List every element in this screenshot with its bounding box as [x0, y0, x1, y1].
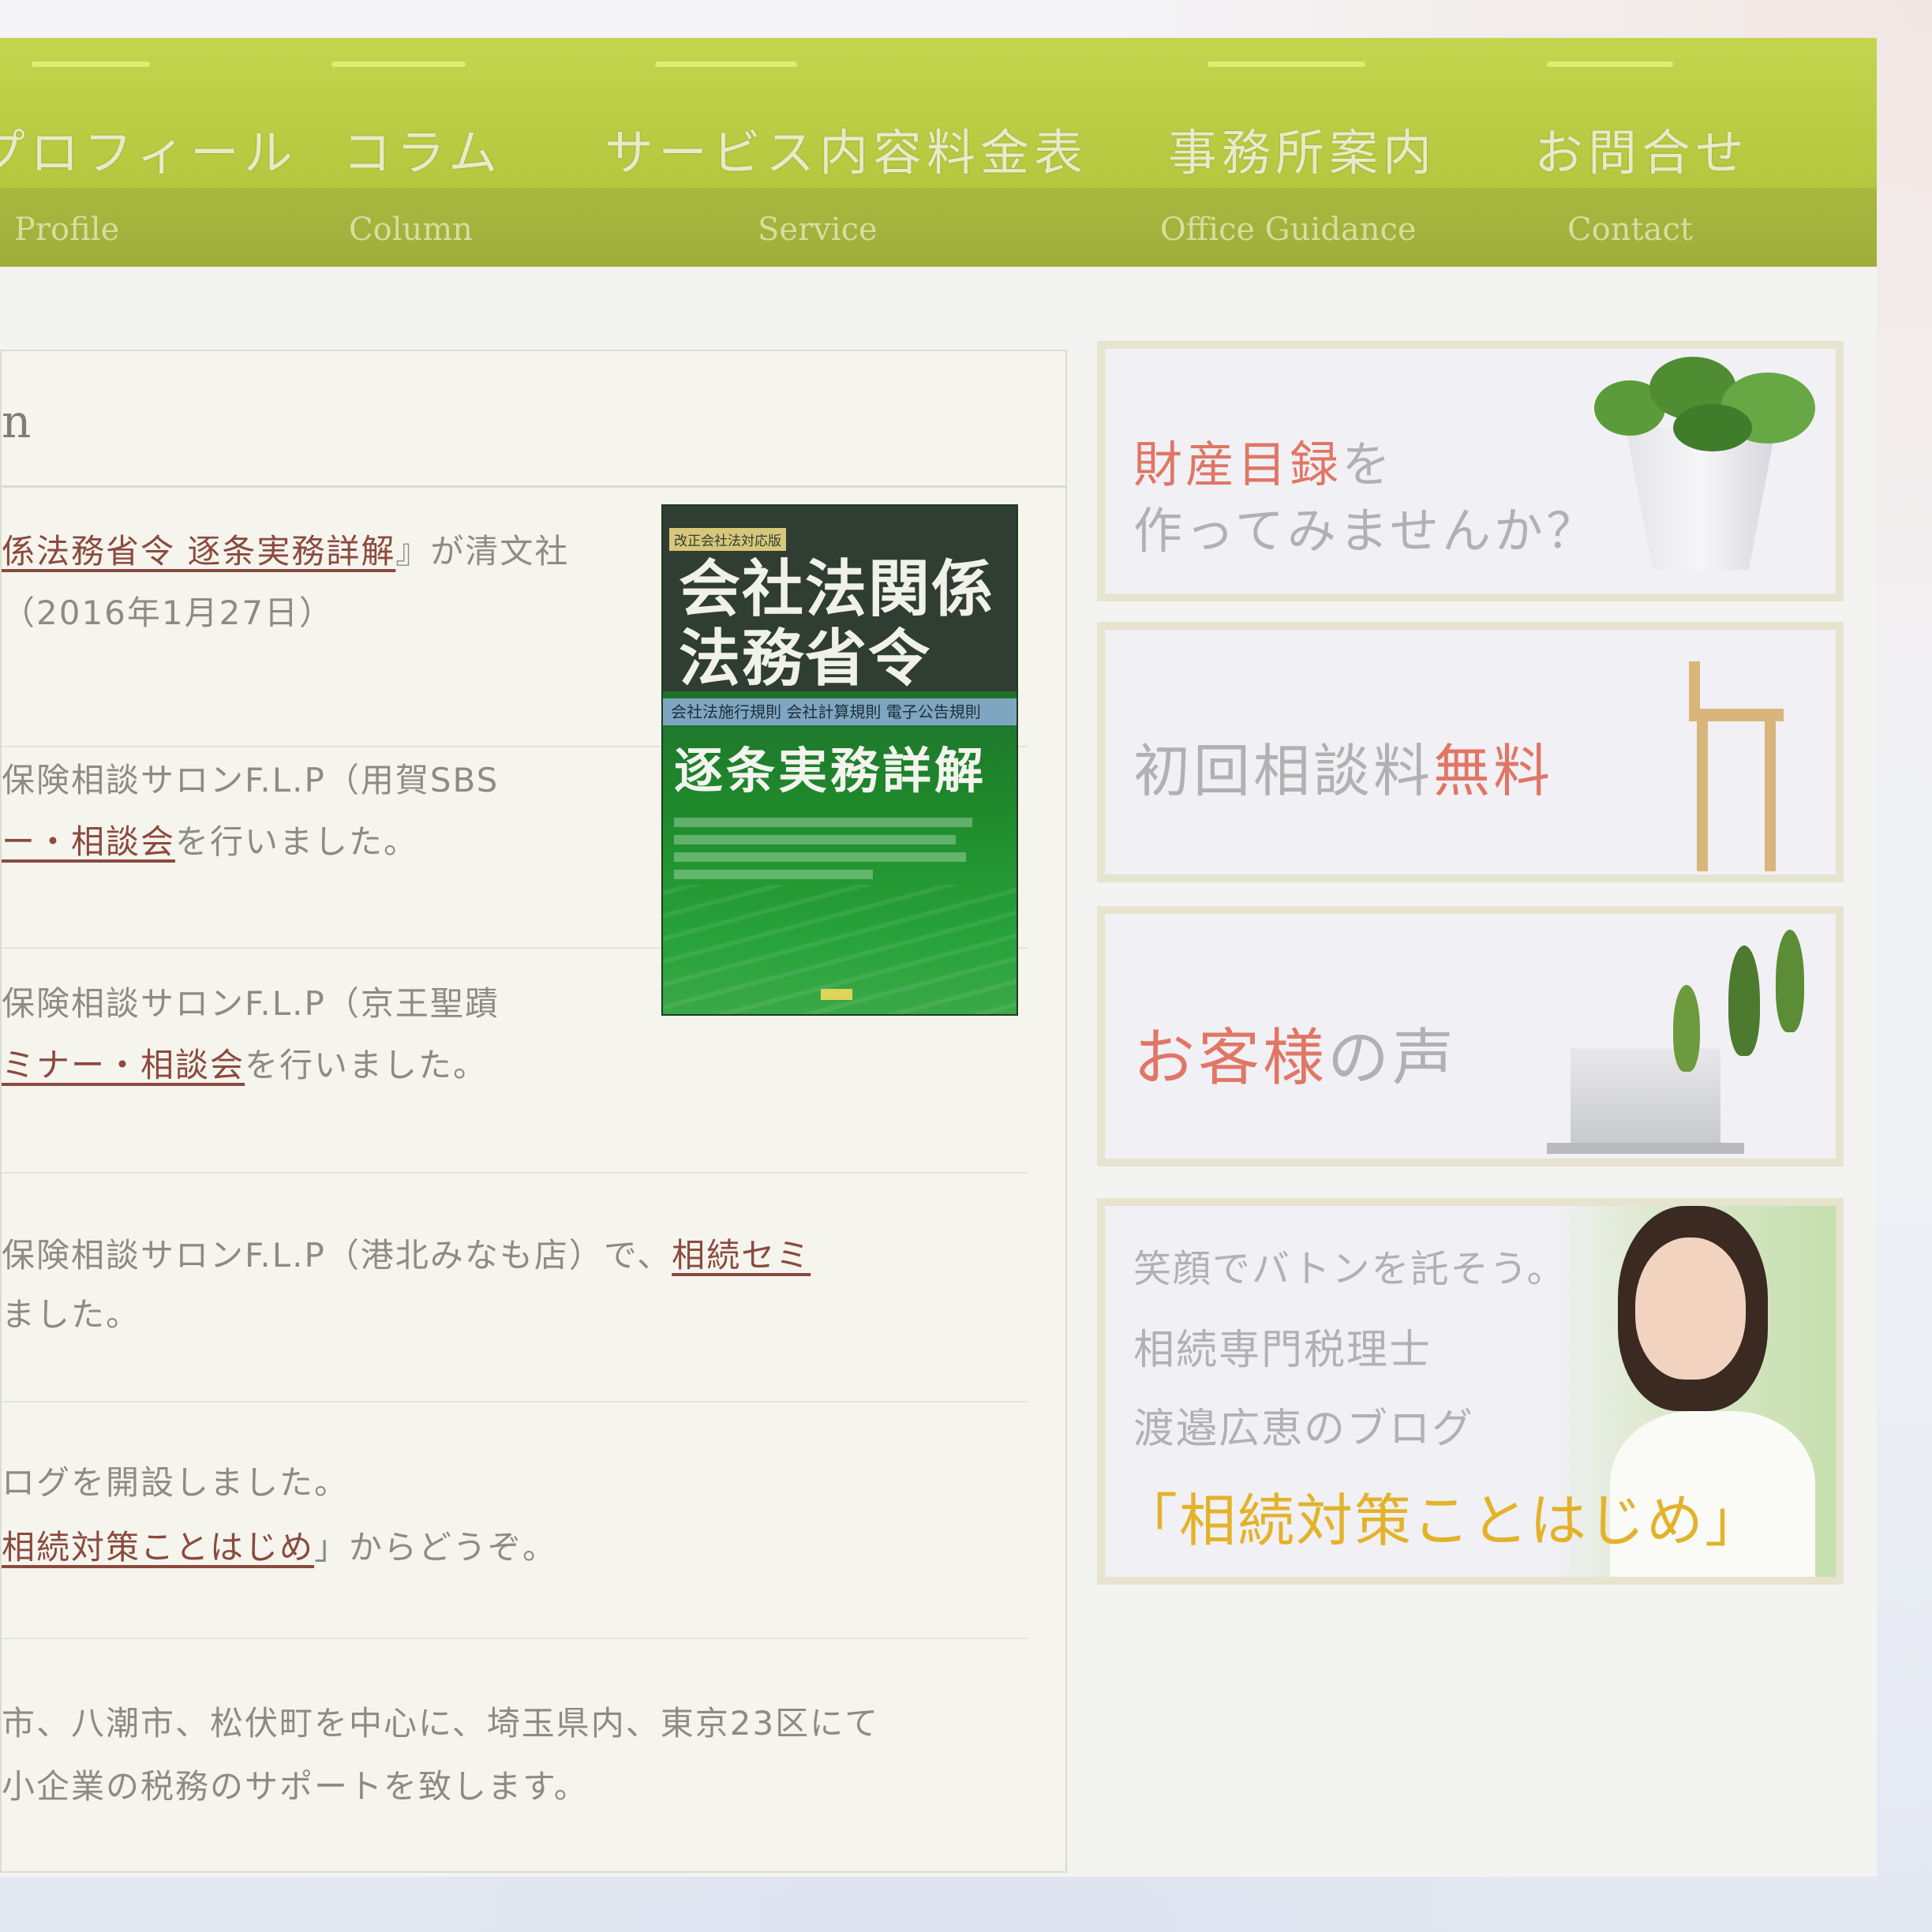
- title-divider: [2, 485, 1067, 488]
- news-text: 市、八潮市、松伏町を中心に、埼玉県内、東京23区にて: [2, 1704, 880, 1743]
- nav-item-profile[interactable]: プロフィール Profile: [0, 38, 300, 267]
- nav-label-jp: お問合せ: [1534, 124, 1750, 182]
- book-tag: 改正会社法対応版: [669, 528, 786, 551]
- seminar-link[interactable]: ー・相談会: [2, 822, 175, 861]
- banner-free-consultation[interactable]: 初回相談料無料: [1097, 622, 1844, 882]
- news-text: 小企業の税務のサポートを致します。: [2, 1767, 589, 1806]
- news-line: 保険相談サロンF.L.P（港北みなも店）で、相続セミ: [2, 1229, 811, 1277]
- blog-link[interactable]: 相続対策ことはじめ: [2, 1528, 314, 1567]
- seminar-link[interactable]: ミナー・相談会: [2, 1046, 245, 1084]
- news-line: 相続対策ことはじめ」からどうぞ。: [2, 1521, 557, 1569]
- banner-line: 財産目録を: [1133, 425, 1394, 496]
- stool-image: [1689, 709, 1784, 721]
- news-text: 」からどうぞ。: [314, 1528, 558, 1567]
- news-text: を行いました。: [245, 1046, 489, 1084]
- banner-accent: 無料: [1433, 738, 1554, 804]
- banner-text: 作ってみませんか？: [1133, 502, 1599, 560]
- banner-text: を: [1342, 436, 1395, 493]
- book-strip-text: 会社法施行規則 会社計算規則 電子公告規則: [671, 702, 981, 721]
- book-subtitle: 逐条実務詳解: [674, 742, 987, 799]
- stool-leg: [1697, 721, 1708, 871]
- banner-tagline: 笑顔でバトンを託そう。: [1133, 1247, 1567, 1291]
- nav-label-en: Column: [349, 212, 473, 248]
- nav-item-service[interactable]: サービス内容料金表 Service: [592, 38, 1089, 267]
- nav-label-en: Profile: [14, 212, 120, 248]
- news-text: ログを開設しました。: [2, 1463, 350, 1502]
- book-authors: [674, 810, 1005, 887]
- news-line: ー・相談会を行いました。: [2, 815, 418, 863]
- news-item: 市、八潮市、松伏町を中心に、埼玉県内、東京23区にて 小企業の税務のサポートを致…: [2, 1697, 1043, 1855]
- website: プロフィール Profile コラム Column サービス内容料金表 Serv…: [0, 38, 1877, 1877]
- banner-accent: 財産目録: [1133, 436, 1342, 493]
- nav-label-jp: コラム: [343, 124, 503, 182]
- news-divider: [2, 1638, 1028, 1639]
- stool-leg: [1765, 721, 1776, 871]
- banner-text: 渡邉広恵のブログ: [1133, 1406, 1475, 1453]
- news-line: ミナー・相談会を行いました。: [2, 1039, 488, 1087]
- seminar-link[interactable]: 相続セミ: [672, 1236, 811, 1275]
- global-nav: プロフィール Profile コラム Column サービス内容料金表 Serv…: [0, 38, 1877, 267]
- nav-label-jp: 事務所案内: [1168, 124, 1437, 182]
- news-text: ました。: [2, 1295, 141, 1334]
- news-text: 保険相談サロンF.L.P（用賀SBS: [2, 761, 500, 799]
- news-text: 保険相談サロンF.L.P（京王聖蹟: [2, 984, 500, 1023]
- banner-accent: お客様: [1133, 1023, 1328, 1094]
- nav-item-column[interactable]: コラム Column: [331, 38, 537, 267]
- banner-text: の声: [1327, 1023, 1458, 1094]
- stool-back: [1689, 661, 1700, 717]
- banner-customer-voice[interactable]: お客様の声: [1097, 906, 1844, 1166]
- plant-leaf: [1728, 945, 1760, 1056]
- nav-item-office-guidance[interactable]: 事務所案内 Office Guidance: [1160, 38, 1476, 267]
- news-date: （2016年1月27日）: [2, 593, 335, 632]
- news-divider: [2, 1401, 1028, 1402]
- blog-name: 「相続対策ことはじめ」: [1121, 1488, 1764, 1554]
- banner-asset-inventory[interactable]: 財産目録を 作ってみませんか？: [1097, 341, 1844, 601]
- laptop-base: [1547, 1143, 1744, 1154]
- nav-label-jp: プロフィール: [0, 124, 298, 182]
- banner-line: お客様の声: [1133, 1009, 1457, 1097]
- banner-text: 相続専門税理士: [1133, 1327, 1432, 1374]
- book-title: 会社法関係法務省令: [679, 553, 995, 695]
- banner-text: 初回相談料: [1133, 738, 1434, 804]
- nav-label-en: Office Guidance: [1160, 212, 1417, 248]
- book-strip: 会社法施行規則 会社計算規則 電子公告規則: [663, 698, 1017, 725]
- news-line: 係法務省令 逐条実務詳解』が清文社: [2, 525, 569, 573]
- news-text: 』が清文社: [395, 532, 570, 571]
- plant-leaf: [1673, 985, 1700, 1072]
- woman-face: [1635, 1237, 1746, 1380]
- banner-line: 初回相談料無料: [1133, 724, 1553, 807]
- book-title-link[interactable]: 係法務省令 逐条実務詳解: [2, 532, 395, 571]
- news-text: 保険相談サロンF.L.P（港北みなも店）で、: [2, 1236, 672, 1275]
- news-item: 保険相談サロンF.L.P（港北みなも店）で、相続セミ ました。: [2, 1229, 1043, 1387]
- nav-item-contact[interactable]: お問合せ Contact: [1523, 38, 1784, 267]
- laptop-image: [1571, 1048, 1720, 1143]
- nav-label-en: Service: [758, 212, 878, 248]
- section-title: n: [2, 395, 32, 448]
- plant-leaf: [1673, 404, 1752, 451]
- news-divider: [2, 1172, 1028, 1174]
- news-item: ログを開設しました。 相続対策ことはじめ」からどうぞ。: [2, 1456, 1043, 1614]
- book-cover-image[interactable]: 改正会社法対応版 会社法関係法務省令 会社法施行規則 会社計算規則 電子公告規則…: [661, 504, 1018, 1016]
- banner-blog[interactable]: 笑顔でバトンを託そう。 相続専門税理士 渡邉広恵のブログ 「相続対策ことはじめ」: [1097, 1198, 1844, 1585]
- nav-label-en: Contact: [1567, 212, 1693, 248]
- publisher-logo: [821, 989, 852, 1000]
- news-text: を行いました。: [175, 822, 419, 861]
- plant-leaf: [1776, 930, 1804, 1032]
- nav-label-jp: サービス内容料金表: [605, 124, 1088, 182]
